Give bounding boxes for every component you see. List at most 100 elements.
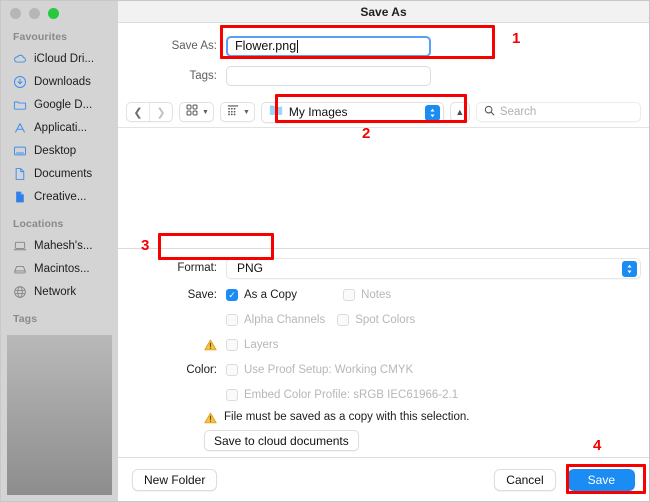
chevron-right-icon: ❯ bbox=[156, 106, 165, 119]
text-caret bbox=[297, 40, 298, 53]
tags-area bbox=[7, 335, 112, 495]
color-label: Color: bbox=[118, 364, 226, 376]
sidebar-item-creative-cloud[interactable]: Creative... bbox=[1, 185, 118, 208]
warning-triangle-icon bbox=[204, 411, 217, 423]
checkbox-box[interactable] bbox=[226, 339, 238, 351]
name-fields: Save As: Flower.png Tags: bbox=[118, 23, 649, 97]
laptop-icon bbox=[13, 239, 27, 253]
sidebar-item-label: Desktop bbox=[34, 145, 76, 157]
sidebar-item-label: Macintos... bbox=[34, 263, 90, 275]
folder-icon bbox=[269, 103, 283, 121]
checkbox-label: Use Proof Setup: Working CMYK bbox=[244, 364, 413, 376]
format-popup-button[interactable]: PNG bbox=[226, 258, 641, 279]
save-as-input[interactable]: Flower.png bbox=[226, 36, 431, 57]
cancel-button[interactable]: Cancel bbox=[494, 469, 555, 491]
annotation-number-3: 3 bbox=[141, 237, 149, 254]
new-folder-button[interactable]: New Folder bbox=[132, 469, 217, 491]
color-proof-row: Color: Use Proof Setup: Working CMYK bbox=[118, 359, 649, 381]
document-icon bbox=[13, 167, 27, 181]
checkbox-label: As a Copy bbox=[244, 289, 297, 301]
checkbox-box[interactable] bbox=[343, 289, 355, 301]
save-label: Save: bbox=[118, 289, 226, 301]
save-checkbox-row-3: Layers bbox=[118, 334, 649, 356]
zoom-button[interactable] bbox=[48, 8, 59, 19]
file-list-area[interactable] bbox=[118, 127, 649, 248]
tags-input[interactable] bbox=[226, 66, 431, 86]
checkbox-spot-colors[interactable]: Spot Colors bbox=[337, 314, 415, 326]
downloads-icon bbox=[13, 75, 27, 89]
sidebar-item-desktop[interactable]: Desktop bbox=[1, 139, 118, 162]
sidebar-item-google-drive[interactable]: Google D... bbox=[1, 93, 118, 116]
save-as-label: Save As: bbox=[118, 40, 226, 52]
list-view-button[interactable]: ▼ bbox=[220, 102, 255, 122]
save-as-row: Save As: Flower.png bbox=[118, 33, 649, 59]
file-browser-toolbar: ❮ ❯ ▼ ▼ bbox=[118, 97, 649, 127]
sidebar: Favourites iCloud Dri... Downloads Googl… bbox=[1, 1, 118, 501]
annotation-number-4: 4 bbox=[593, 437, 601, 454]
color-embed-row: Embed Color Profile: sRGB IEC61966-2.1 bbox=[118, 384, 649, 406]
icon-view-button[interactable]: ▼ bbox=[179, 102, 214, 122]
folder-popup-button[interactable]: My Images bbox=[261, 102, 444, 123]
sidebar-section-locations-title: Locations bbox=[1, 208, 118, 234]
checkbox-box[interactable]: ✓ bbox=[226, 289, 238, 301]
checkbox-label: Alpha Channels bbox=[244, 314, 325, 326]
checkbox-notes[interactable]: Notes bbox=[343, 289, 391, 301]
up-down-chevron-icon[interactable] bbox=[425, 105, 440, 121]
list-view-icon bbox=[227, 103, 239, 121]
checkbox-box[interactable] bbox=[337, 314, 349, 326]
folder-icon bbox=[13, 98, 27, 112]
back-button[interactable]: ❮ bbox=[127, 103, 149, 121]
sidebar-item-label: Creative... bbox=[34, 191, 86, 203]
search-placeholder: Search bbox=[500, 106, 536, 118]
go-up-button[interactable]: ▲ bbox=[450, 102, 470, 122]
format-options-panel: Format: PNG Save: ✓ As a Copy Notes bbox=[118, 248, 649, 457]
checkbox-box[interactable] bbox=[226, 389, 238, 401]
harddisk-icon bbox=[13, 262, 27, 276]
checkbox-alpha-channels[interactable]: Alpha Channels bbox=[226, 314, 325, 326]
sidebar-item-label: Mahesh's... bbox=[34, 240, 92, 252]
close-button[interactable] bbox=[10, 8, 21, 19]
save-as-dialog: Favourites iCloud Dri... Downloads Googl… bbox=[0, 0, 650, 502]
save-to-cloud-documents-button[interactable]: Save to cloud documents bbox=[204, 430, 359, 451]
save-button[interactable]: Save bbox=[568, 469, 635, 491]
checkbox-box[interactable] bbox=[226, 314, 238, 326]
save-label: Save bbox=[588, 473, 615, 487]
sidebar-item-mahesh-mac[interactable]: Mahesh's... bbox=[1, 234, 118, 257]
sidebar-item-label: Documents bbox=[34, 168, 92, 180]
current-folder-name: My Images bbox=[289, 105, 348, 119]
warning-message-row: File must be saved as a copy with this s… bbox=[118, 411, 649, 423]
warning-triangle-icon bbox=[204, 339, 217, 351]
save-checkbox-row-1: Save: ✓ As a Copy Notes bbox=[118, 284, 649, 306]
sidebar-item-icloud-drive[interactable]: iCloud Dri... bbox=[1, 47, 118, 70]
sidebar-item-documents[interactable]: Documents bbox=[1, 162, 118, 185]
chevron-down-icon: ▼ bbox=[243, 109, 250, 116]
checkbox-label: Notes bbox=[361, 289, 391, 301]
icloud-icon bbox=[13, 52, 27, 66]
up-down-chevron-icon[interactable] bbox=[622, 261, 637, 277]
checkbox-layers[interactable]: Layers bbox=[226, 339, 279, 351]
checkbox-box[interactable] bbox=[226, 364, 238, 376]
dialog-main: Save As Save As: Flower.png Tags: ❮ bbox=[118, 1, 649, 501]
format-row: Format: PNG bbox=[118, 257, 649, 279]
cloud-button-label: Save to cloud documents bbox=[214, 434, 349, 448]
cancel-label: Cancel bbox=[506, 473, 543, 487]
checkbox-as-a-copy[interactable]: ✓ As a Copy bbox=[226, 289, 297, 301]
annotation-number-1: 1 bbox=[512, 30, 520, 47]
nav-back-forward-group: ❮ ❯ bbox=[126, 102, 173, 122]
chevron-left-icon: ❮ bbox=[133, 106, 142, 119]
sidebar-section-tags-title: Tags bbox=[1, 303, 118, 329]
sidebar-item-applications[interactable]: Applicati... bbox=[1, 116, 118, 139]
minimize-button[interactable] bbox=[29, 8, 40, 19]
search-field[interactable]: Search bbox=[476, 102, 641, 122]
forward-button[interactable]: ❯ bbox=[150, 103, 172, 121]
format-value: PNG bbox=[237, 261, 263, 275]
desktop-icon bbox=[13, 144, 27, 158]
applications-icon bbox=[13, 121, 27, 135]
sidebar-item-macintosh-hd[interactable]: Macintos... bbox=[1, 257, 118, 280]
checkbox-use-proof-setup[interactable]: Use Proof Setup: Working CMYK bbox=[226, 364, 413, 376]
tags-row: Tags: bbox=[118, 63, 649, 89]
sidebar-item-label: Google D... bbox=[34, 99, 92, 111]
sidebar-item-downloads[interactable]: Downloads bbox=[1, 70, 118, 93]
sidebar-item-network[interactable]: Network bbox=[1, 280, 118, 303]
checkbox-embed-color-profile[interactable]: Embed Color Profile: sRGB IEC61966-2.1 bbox=[226, 389, 458, 401]
